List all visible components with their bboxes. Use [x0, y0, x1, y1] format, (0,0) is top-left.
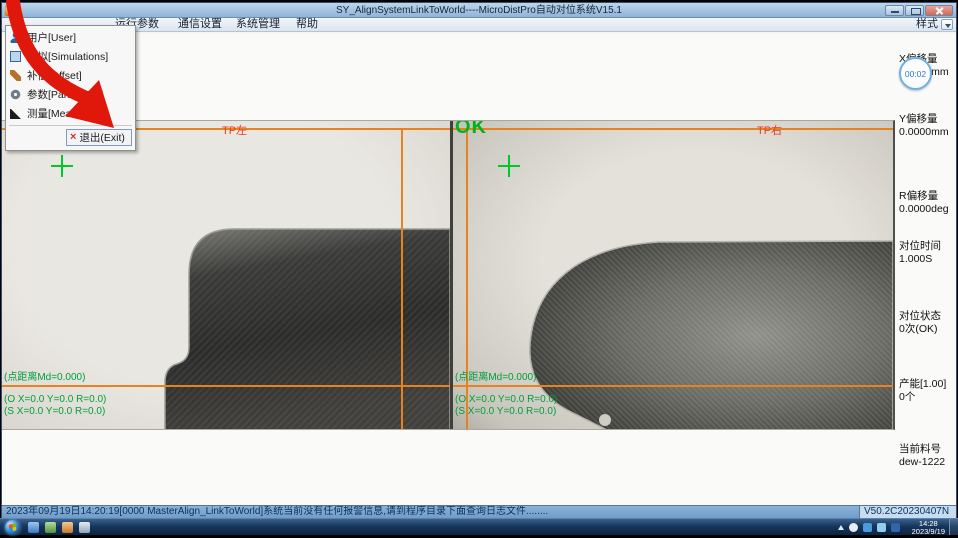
- menu-item-label: 测量[Measuring]: [27, 106, 103, 121]
- system-tray: [838, 523, 900, 532]
- s-offset-readout: (S X=0.0 Y=0.0 R=0.0): [455, 406, 556, 417]
- menu-item-comm-settings[interactable]: 通信设置: [174, 18, 226, 31]
- stat-label: Y偏移量: [899, 113, 957, 126]
- menu-item-system-manage[interactable]: 系统管理: [232, 18, 284, 31]
- params-icon: [10, 89, 21, 100]
- menu-bar: 运行参数 通信设置 系统管理 帮助 样式: [2, 18, 956, 32]
- menu-item-simulations[interactable]: 模拟[Simulations]: [6, 47, 135, 66]
- exit-label: 退出(Exit): [79, 130, 125, 145]
- crosshair-horizontal-line: [2, 385, 450, 387]
- stat-value: 0个: [899, 391, 957, 404]
- menu-separator: [9, 125, 132, 126]
- camera-viewport: TP左 (点距离Md=0.000) (O X=0.0 Y=0.0 R=0.0) …: [2, 120, 895, 430]
- dropdown-menu: 用户[User] 模拟[Simulations] 补偿[Offset] 参数[P…: [5, 25, 136, 151]
- menu-item-label: 用户[User]: [27, 30, 76, 45]
- stat-label: 对位时间: [899, 240, 957, 253]
- taskbar-app-icon[interactable]: [45, 522, 56, 533]
- maximize-button[interactable]: [905, 5, 924, 16]
- stat-y-offset: Y偏移量 0.0000mm: [899, 113, 957, 139]
- stat-align-time: 对位时间 1.000S: [899, 240, 957, 266]
- title-bar: SY_AlignSystemLinkToWorld----MicroDistPr…: [2, 3, 956, 18]
- taskbar-clock[interactable]: 14:28 2023/9/19: [912, 520, 945, 536]
- o-offset-readout: (O X=0.0 Y=0.0 R=0.0): [4, 394, 106, 405]
- stat-value: 0.0000mm: [899, 126, 957, 139]
- exit-button[interactable]: × 退出(Exit): [66, 129, 132, 146]
- close-button[interactable]: [925, 5, 953, 16]
- stat-value: dew-1222: [899, 456, 957, 469]
- crosshair-top-line: [453, 128, 893, 130]
- stat-value: 0.0000deg: [899, 203, 957, 216]
- menu-item-offset[interactable]: 补偿[Offset]: [6, 66, 135, 85]
- taskbar-app-icon[interactable]: [79, 522, 90, 533]
- menu-item-help[interactable]: 帮助: [292, 18, 322, 31]
- tray-expand-icon[interactable]: [838, 525, 844, 530]
- caption-buttons: [885, 5, 953, 16]
- stat-value: 0次(OK): [899, 323, 957, 336]
- stat-part-number: 当前料号 dew-1222: [899, 443, 957, 469]
- minimize-button[interactable]: [885, 5, 904, 16]
- windows-logo-icon: [8, 523, 16, 531]
- stat-align-status: 对位状态 0次(OK): [899, 310, 957, 336]
- stat-r-offset: R偏移量 0.0000deg: [899, 190, 957, 216]
- o-offset-readout: (O X=0.0 Y=0.0 R=0.0): [455, 394, 557, 405]
- clock-date: 2023/9/19: [912, 528, 945, 536]
- recorder-badge[interactable]: 00:02: [899, 57, 932, 90]
- status-message: 2023年09月19日14:20:19[0000 MasterAlign_Lin…: [6, 506, 548, 518]
- style-label: 样式: [916, 18, 938, 31]
- start-button[interactable]: [5, 520, 20, 535]
- status-bar: 2023年09月19日14:20:19[0000 MasterAlign_Lin…: [2, 505, 956, 518]
- measure-icon: [10, 109, 21, 119]
- tray-icon[interactable]: [877, 523, 886, 532]
- green-cross-marker: [51, 155, 73, 177]
- menu-item-label: 补偿[Offset]: [27, 68, 82, 83]
- crosshair-vertical-line: [466, 128, 468, 429]
- close-icon: ×: [70, 132, 76, 143]
- distance-readout: (点距离Md=0.000): [4, 372, 85, 383]
- stat-label: R偏移量: [899, 190, 957, 203]
- app-window: SY_AlignSystemLinkToWorld----MicroDistPr…: [2, 3, 956, 518]
- green-cross-marker: [498, 155, 520, 177]
- window-title: SY_AlignSystemLinkToWorld----MicroDistPr…: [2, 3, 956, 18]
- stat-label: 产能[1.00]: [899, 378, 957, 391]
- camera-title-left: TP左: [222, 122, 247, 138]
- stat-capacity: 产能[1.00] 0个: [899, 378, 957, 404]
- offset-icon: [10, 70, 21, 81]
- s-offset-readout: (S X=0.0 Y=0.0 R=0.0): [4, 406, 105, 417]
- crosshair-vertical-line: [401, 128, 403, 429]
- chevron-down-icon[interactable]: [941, 19, 953, 30]
- show-desktop-button[interactable]: [949, 519, 958, 535]
- style-combobox[interactable]: 样式: [916, 18, 953, 31]
- tray-icon[interactable]: [891, 523, 900, 532]
- stat-label: 对位状态: [899, 310, 957, 323]
- simulation-icon: [10, 51, 21, 62]
- distance-readout: (点距离Md=0.000): [455, 372, 536, 383]
- menu-item-label: 参数[Param Set]: [27, 87, 103, 102]
- taskbar: 14:28 2023/9/19: [0, 518, 958, 535]
- camera-panel-right: OK TP右 (点距离Md=0.000) (O X=0.0 Y=0.0 R=0.…: [453, 121, 893, 429]
- ok-status-label: OK: [455, 121, 487, 139]
- menu-item-measuring[interactable]: 测量[Measuring]: [6, 104, 135, 123]
- menu-item-label: 模拟[Simulations]: [27, 49, 108, 64]
- menu-item-param-set[interactable]: 参数[Param Set]: [6, 85, 135, 104]
- stat-label: 当前料号: [899, 443, 957, 456]
- pinned-apps: [28, 522, 90, 533]
- tray-icon[interactable]: [849, 523, 858, 532]
- tray-icon[interactable]: [863, 523, 872, 532]
- taskbar-app-icon[interactable]: [28, 522, 39, 533]
- menu-item-user[interactable]: 用户[User]: [6, 28, 135, 47]
- taskbar-app-icon[interactable]: [62, 522, 73, 533]
- camera-title-right: TP右: [757, 122, 782, 138]
- client-area: TP左 (点距离Md=0.000) (O X=0.0 Y=0.0 R=0.0) …: [2, 34, 956, 505]
- stat-value: 1.000S: [899, 253, 957, 266]
- user-icon: [10, 32, 21, 43]
- version-label: V50.2C20230407N: [859, 506, 956, 518]
- crosshair-horizontal-line: [453, 385, 893, 387]
- camera-panel-left: TP左 (点距离Md=0.000) (O X=0.0 Y=0.0 R=0.0) …: [2, 121, 450, 429]
